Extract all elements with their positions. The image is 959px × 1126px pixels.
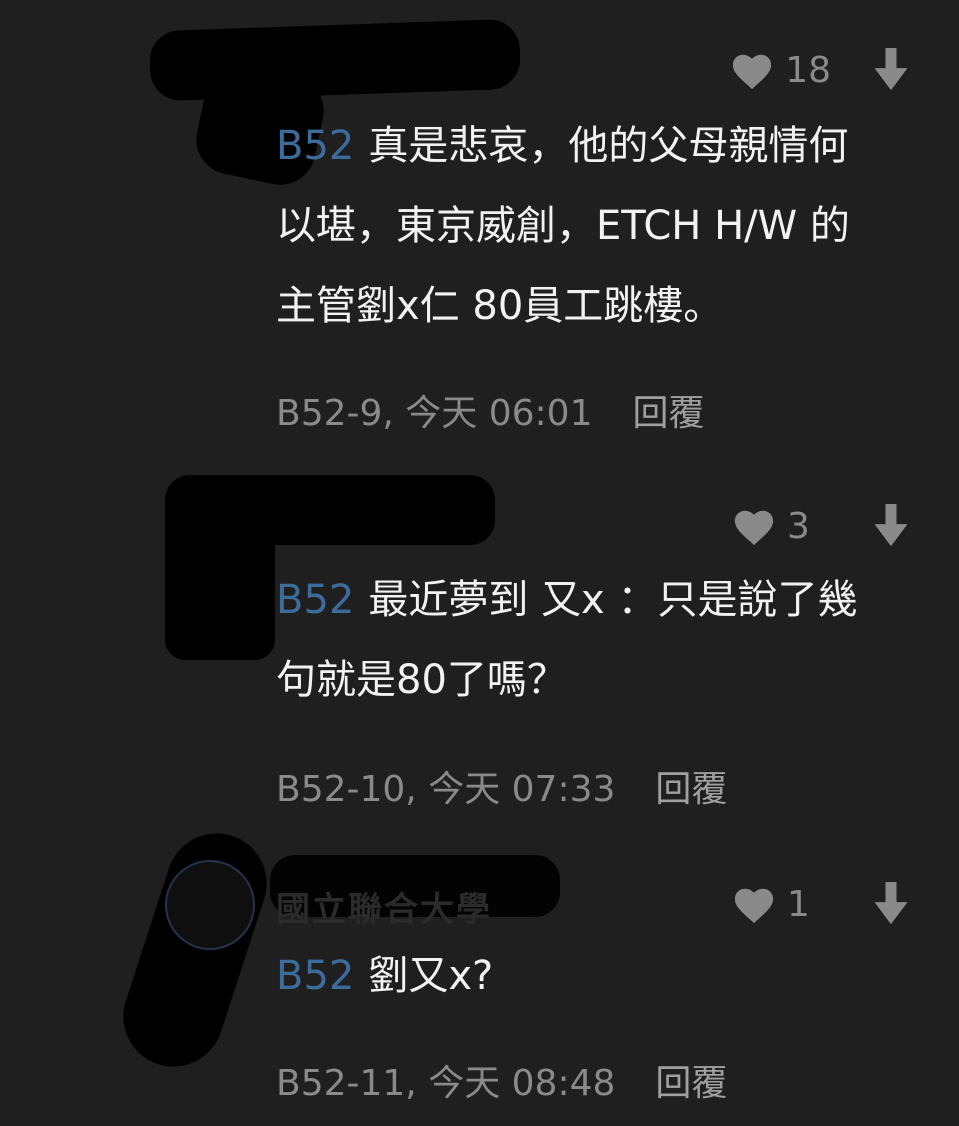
comment-timestamp: B52-9, 今天 06:01 — [276, 393, 593, 434]
like-count: 1 — [787, 883, 810, 925]
heart-icon — [734, 888, 774, 924]
comment-body: B52 最近夢到 又x ：只是說了幾句就是80了嗎？ — [276, 560, 886, 720]
comment-text: 真是悲哀，他的父母親情何以堪，東京威創，ETCH H/W 的主管劉x仁 80員工… — [276, 123, 850, 329]
comment-username[interactable]: B52 — [276, 953, 354, 999]
reply-button[interactable]: 回覆 — [655, 760, 727, 812]
like-button[interactable]: 3 — [731, 505, 831, 547]
arrow-down-icon[interactable] — [869, 880, 913, 928]
comment-item: 3 B52 最近夢到 又x ：只是說了幾句就是80了嗎？ B52-10, 今天 0… — [0, 450, 959, 810]
comment-username[interactable]: B52 — [276, 577, 354, 623]
comment-text: 最近夢到 又x ：只是說了幾句就是80了嗎？ — [276, 577, 858, 703]
heart-icon — [733, 54, 772, 90]
comment-meta: B52-9, 今天 06:01 回覆 — [276, 384, 705, 436]
redacted-avatar — [110, 820, 280, 1080]
avatar — [165, 860, 255, 950]
like-button[interactable]: 1 — [731, 883, 831, 925]
heart-icon — [734, 510, 774, 546]
comment-timestamp: B52-10, 今天 07:33 — [276, 769, 616, 810]
comment-timestamp: B52-11, 今天 08:48 — [276, 1063, 616, 1104]
comment-body: B52 劉又x? — [276, 936, 886, 1016]
like-count: 18 — [785, 49, 831, 91]
like-count: 3 — [787, 505, 810, 547]
comment-item: 18 B52 真是悲哀，他的父母親情何以堪，東京威創，ETCH H/W 的主管劉x… — [0, 0, 959, 450]
author-school: 國立聯合大學 — [276, 890, 492, 930]
arrow-down-icon[interactable] — [869, 46, 913, 94]
like-button[interactable]: 18 — [729, 49, 831, 91]
comment-meta: B52-11, 今天 08:48 回覆 — [276, 1054, 727, 1106]
arrow-down-icon[interactable] — [869, 502, 913, 550]
comment-username[interactable]: B52 — [276, 123, 354, 169]
reply-button[interactable]: 回覆 — [655, 1054, 727, 1106]
comment-thread: 18 B52 真是悲哀，他的父母親情何以堪，東京威創，ETCH H/W 的主管劉x… — [0, 0, 959, 1126]
comment-text: 劉又x? — [368, 953, 494, 999]
redacted-username — [165, 475, 495, 545]
comment-item: 國立聯合大學 1 B52 劉又x? B52-11, 今天 08:48 回覆 — [0, 810, 959, 1126]
comment-body: B52 真是悲哀，他的父母親情何以堪，東京威創，ETCH H/W 的主管劉x仁 8… — [276, 106, 886, 346]
comment-meta: B52-10, 今天 07:33 回覆 — [276, 760, 727, 812]
reply-button[interactable]: 回覆 — [632, 384, 704, 436]
redacted-avatar — [148, 18, 522, 102]
